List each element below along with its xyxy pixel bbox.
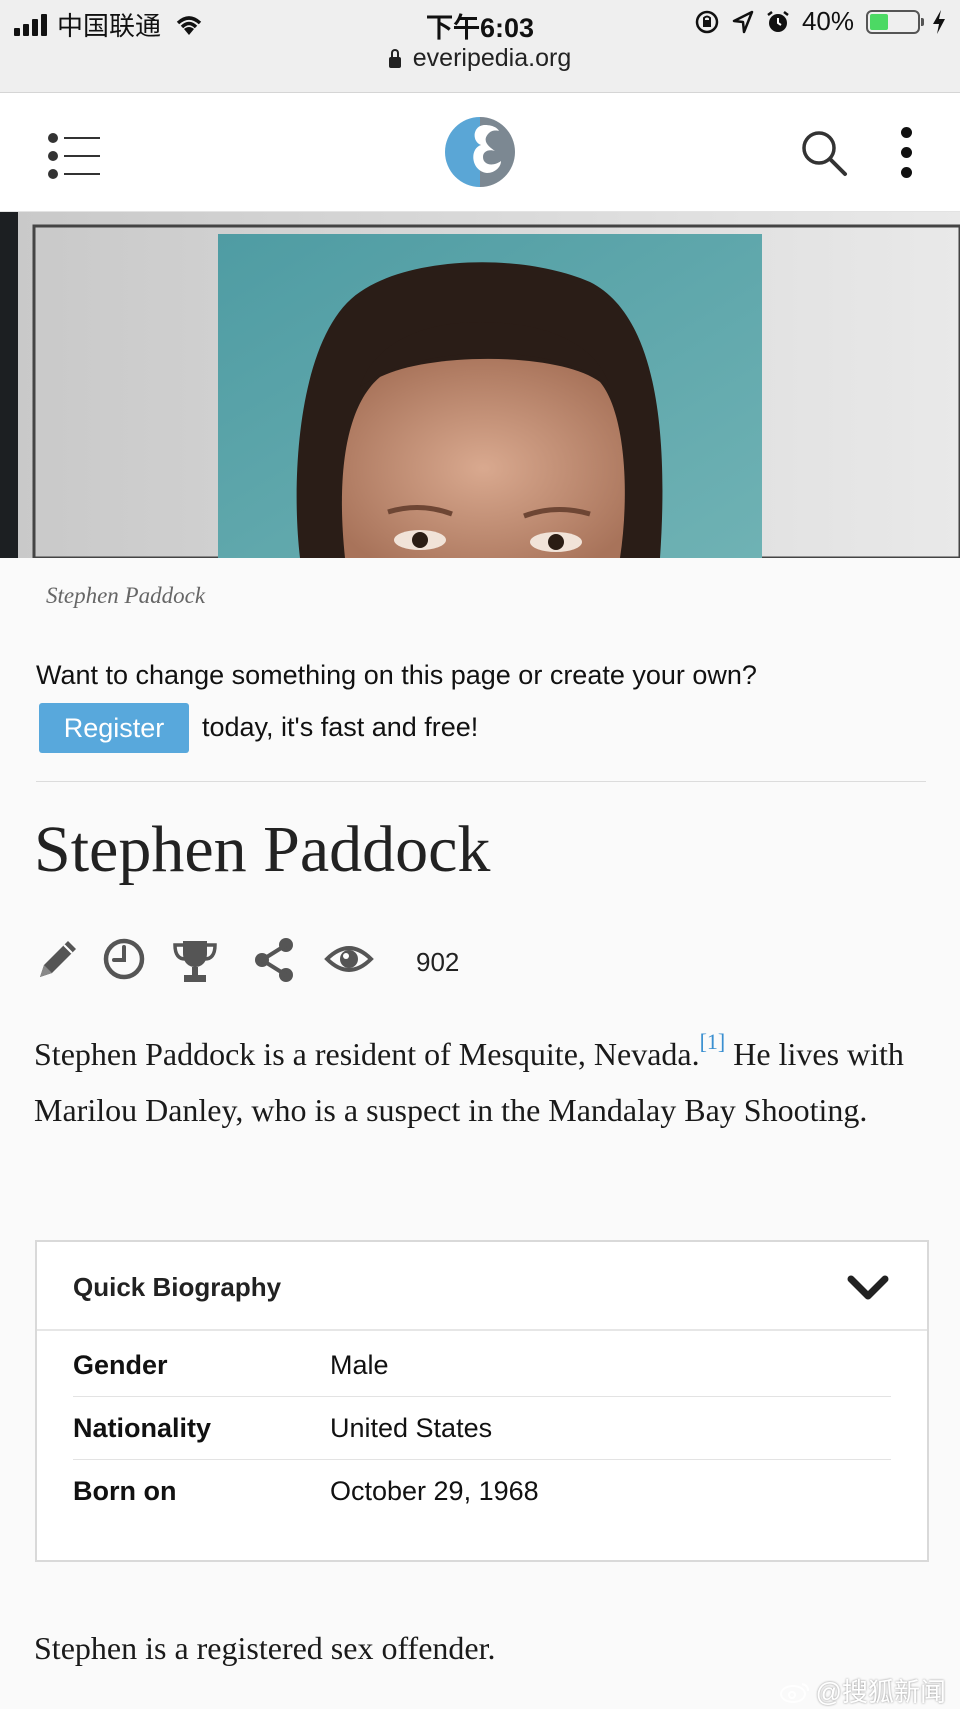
source-watermark: @搜狐新闻 [779, 1672, 946, 1709]
bio-value: October 29, 1968 [330, 1476, 539, 1506]
alarm-clock-icon [767, 10, 789, 32]
orientation-lock-icon [695, 10, 719, 33]
pencil-icon[interactable] [34, 935, 82, 985]
page-title: Stephen Paddock [34, 813, 491, 886]
charging-bolt-icon [933, 9, 945, 34]
trophy-icon[interactable] [171, 935, 219, 985]
quick-biography-toggle[interactable]: Quick Biography [37, 1242, 927, 1331]
status-right: 40% [694, 6, 946, 37]
menu-icon[interactable] [48, 133, 100, 179]
weibo-icon [779, 1683, 809, 1703]
citation-link[interactable]: [1] [700, 1029, 726, 1054]
image-caption: Stephen Paddock [46, 583, 206, 608]
article-lead-paragraph: Stephen Paddock is a resident of Mesquit… [34, 1026, 934, 1138]
article-paragraph: Stephen is a registered sex offender. [34, 1630, 496, 1666]
url-text: everipedia.org [412, 44, 572, 72]
bio-label: Gender [73, 1350, 168, 1380]
edit-prompt-text: Want to change something on this page or… [36, 660, 757, 690]
more-vertical-icon[interactable] [896, 127, 916, 179]
bio-label: Born on [73, 1476, 177, 1506]
battery-percent: 40% [801, 6, 854, 36]
register-button[interactable]: Register [39, 703, 189, 753]
lead-text-part1: Stephen Paddock is a resident of Mesquit… [34, 1036, 700, 1072]
lock-icon [388, 49, 401, 68]
divider [36, 781, 926, 782]
chevron-down-icon[interactable] [847, 1274, 889, 1302]
watermark-text: @搜狐新闻 [815, 1677, 946, 1707]
share-icon[interactable] [250, 935, 298, 985]
view-count: 902 [416, 947, 460, 977]
battery-icon [866, 9, 924, 34]
portrait-image [0, 212, 960, 558]
quick-biography-box: Quick Biography Gender Male Nationality … [35, 1240, 929, 1562]
site-header [0, 93, 960, 212]
quick-biography-title: Quick Biography [73, 1272, 282, 1302]
bio-row-gender: Gender Male [73, 1334, 891, 1397]
bio-value: United States [330, 1413, 493, 1443]
battery-level-fill [870, 13, 889, 30]
bio-label: Nationality [73, 1413, 212, 1443]
everipedia-logo[interactable] [443, 115, 517, 189]
register-tail-text: today, it's fast and free! [202, 712, 479, 742]
bio-value: Male [330, 1350, 389, 1380]
eye-icon [324, 946, 374, 972]
location-arrow-icon [732, 10, 754, 33]
history-clock-icon[interactable] [100, 935, 148, 985]
search-icon[interactable] [799, 128, 849, 178]
address-bar[interactable]: everipedia.org [0, 44, 960, 73]
bio-row-born-on: Born on October 29, 1968 [73, 1460, 891, 1522]
status-bar: 中国联通 下午6:03 40% everipedia.org [0, 0, 960, 93]
hero-photo [0, 212, 960, 558]
bio-row-nationality: Nationality United States [73, 1397, 891, 1460]
